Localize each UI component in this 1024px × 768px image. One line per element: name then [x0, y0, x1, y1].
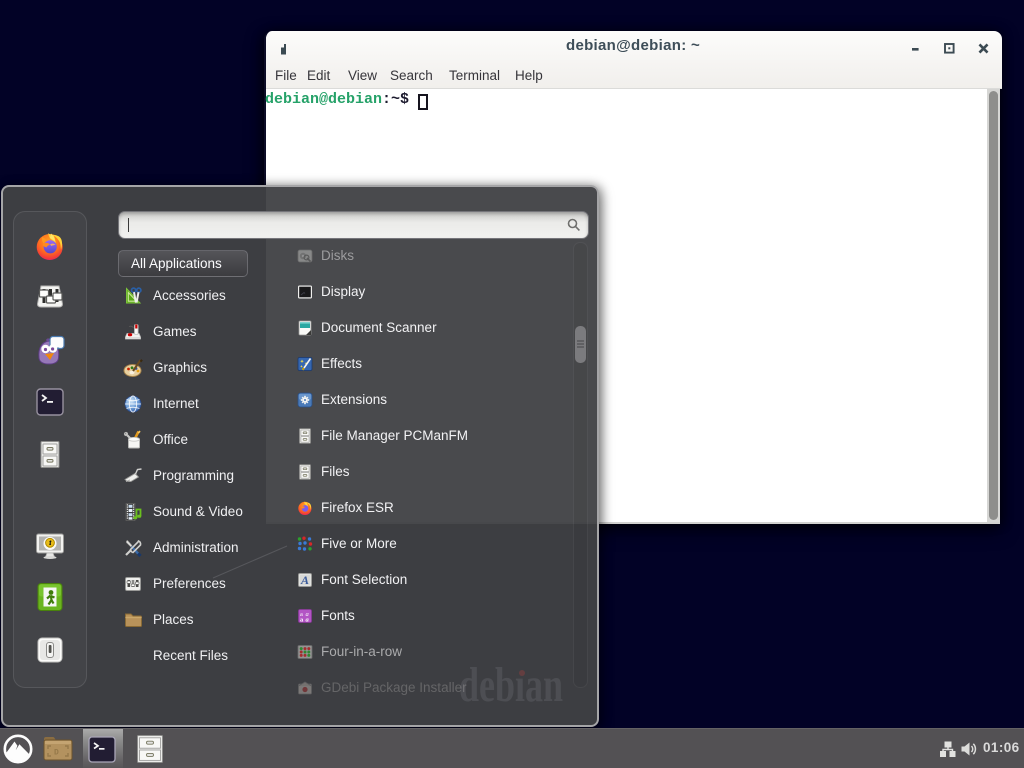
svg-text:D: D [54, 749, 59, 758]
